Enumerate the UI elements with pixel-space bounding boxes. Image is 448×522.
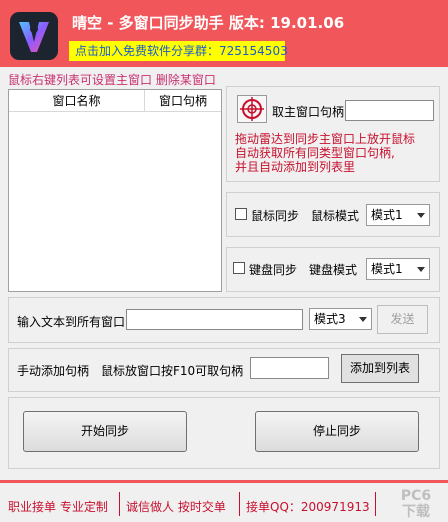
join-group-link[interactable]: 点击加入免费软件分享群：725154503 [69, 41, 288, 61]
chevron-down-icon [417, 267, 425, 272]
window-list[interactable]: 窗口名称 窗口句柄 [8, 89, 222, 292]
capture-label: 取主窗口句柄 [272, 105, 345, 119]
send-button[interactable]: 发送 [377, 305, 428, 334]
keyboard-mode-select[interactable]: 模式1 [366, 258, 430, 280]
pc6-watermark: PC6 下载 [388, 488, 444, 520]
capture-instruction-3: 并且自动添加到列表里 [235, 160, 356, 174]
mouse-mode-label: 鼠标模式 [311, 209, 360, 223]
watermark-line-1: PC6 [400, 488, 432, 504]
mouse-sync-checkbox[interactable] [235, 208, 247, 220]
app-logo-icon [10, 12, 58, 60]
stop-sync-button[interactable]: 停止同步 [255, 411, 419, 452]
footer-separator [239, 492, 240, 516]
keyboard-sync-checkbox[interactable] [233, 262, 245, 274]
manual-handle-input[interactable] [250, 357, 329, 379]
footer-divider [0, 480, 448, 483]
keyboard-mode-label: 键盘模式 [309, 263, 358, 277]
column-window-handle[interactable]: 窗口句柄 [145, 90, 221, 112]
mouse-sync-label: 鼠标同步 [251, 209, 300, 223]
footer-separator [375, 492, 376, 516]
text-input-label: 输入文本到所有窗口 [17, 315, 126, 329]
manual-add-label: 手动添加句柄 [17, 364, 90, 378]
footer-item-custom: 职业接单 专业定制 [8, 500, 108, 514]
footer-item-qq: 接单QQ：200971913 [246, 500, 370, 514]
keyboard-mode-value: 模式1 [371, 262, 403, 276]
app-title: 晴空 - 多窗口同步助手 版本: 19.01.06 [72, 14, 345, 32]
broadcast-text-input[interactable] [126, 309, 303, 330]
radar-target-icon[interactable] [237, 95, 267, 123]
footer-separator [119, 492, 120, 516]
text-mode-value: 模式3 [314, 312, 346, 326]
mouse-mode-value: 模式1 [371, 208, 403, 222]
chevron-down-icon [359, 317, 367, 322]
list-header: 窗口名称 窗口句柄 [9, 90, 221, 112]
list-hint: 鼠标右键列表可设置主窗口 删除某窗口 [8, 73, 216, 87]
manual-add-tip: 鼠标放窗口按F10可取句柄 [101, 364, 244, 378]
column-window-name[interactable]: 窗口名称 [9, 90, 145, 112]
mouse-mode-select[interactable]: 模式1 [366, 204, 430, 226]
add-to-list-button[interactable]: 添加到列表 [341, 354, 419, 383]
main-handle-input[interactable] [345, 100, 434, 121]
watermark-line-2: 下载 [402, 504, 430, 520]
footer-item-integrity: 诚信做人 按时交单 [126, 500, 226, 514]
start-sync-button[interactable]: 开始同步 [23, 411, 187, 452]
text-mode-select[interactable]: 模式3 [309, 308, 372, 330]
chevron-down-icon [417, 213, 425, 218]
keyboard-sync-label: 键盘同步 [249, 263, 298, 277]
